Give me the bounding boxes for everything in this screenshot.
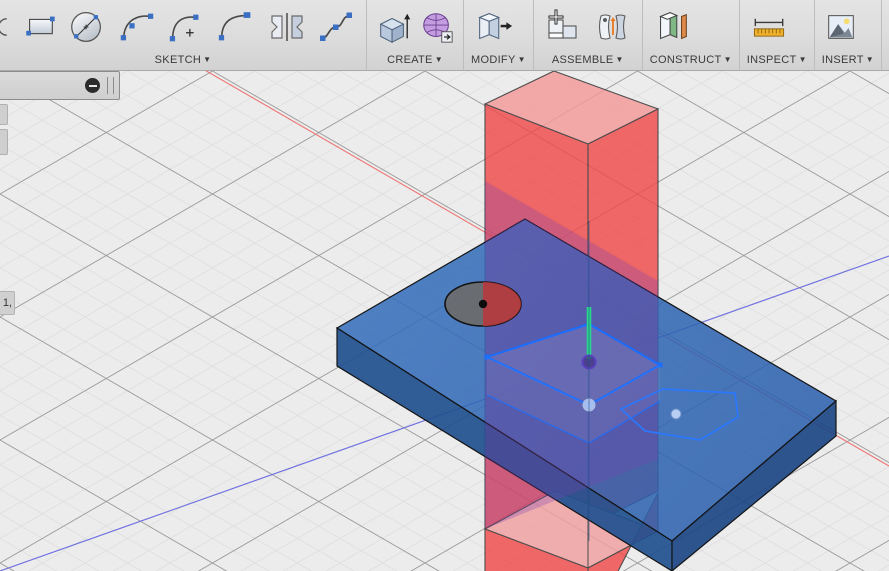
chevron-down-icon: ▼	[723, 55, 732, 64]
toolbar-group-modify: MODIFY ▼	[463, 0, 533, 70]
insert-image-tool[interactable]	[822, 4, 860, 50]
extrude-icon	[379, 13, 411, 44]
offset-plane-tool[interactable]	[650, 4, 694, 50]
mirror-icon	[271, 13, 303, 41]
press-pull-icon	[478, 12, 513, 40]
create-form-tool[interactable]	[418, 4, 456, 50]
sidebar-stub-lower[interactable]	[0, 129, 8, 155]
chevron-down-icon: ▼	[203, 55, 212, 64]
line-icon	[0, 18, 7, 36]
polygon-center-point[interactable]	[670, 408, 682, 420]
extrude-tool[interactable]	[374, 4, 412, 50]
main-toolbar: SKETCH ▼ CREATE ▼ MODIFY ▼ ASSEMBLE ▼ CO…	[0, 0, 889, 71]
arc-center-icon	[169, 14, 199, 42]
toolbar-group-sketch: SKETCH ▼	[0, 0, 366, 70]
measure-ruler-icon	[753, 18, 784, 37]
fusion-window: SKETCH ▼ CREATE ▼ MODIFY ▼ ASSEMBLE ▼ CO…	[0, 0, 889, 571]
circle-diameter-icon	[71, 12, 101, 42]
spline-icon	[320, 12, 352, 41]
cad-viewport[interactable]: 1,	[0, 71, 889, 571]
offset-plane-icon	[658, 11, 687, 40]
toolbar-group-assemble: ASSEMBLE ▼	[532, 0, 642, 70]
3d-scene	[0, 71, 889, 571]
toolbar-group-label-modify[interactable]: MODIFY ▼	[471, 53, 526, 70]
floating-dialog[interactable]	[0, 71, 120, 100]
chevron-down-icon: ▼	[615, 55, 624, 64]
toolbar-group-label-sketch[interactable]: SKETCH ▼	[7, 53, 359, 70]
new-component-icon	[548, 9, 577, 39]
line-tool[interactable]	[0, 4, 15, 50]
joint-icon	[598, 14, 626, 40]
browser-stub-label: 1,	[2, 297, 12, 309]
joint-tool[interactable]	[591, 4, 635, 50]
rectangle-icon	[26, 16, 55, 36]
circle-sketch[interactable]	[444, 281, 522, 327]
construct-label-text: CONSTRUCT	[649, 54, 722, 66]
toolbar-group-construct: CONSTRUCT ▼	[641, 0, 739, 70]
insert-label-text: INSERT	[821, 54, 864, 66]
arc-3point-icon	[120, 13, 154, 41]
measure-tool[interactable]	[747, 4, 791, 50]
browser-panel-stub[interactable]: 1,	[0, 291, 15, 315]
arc-tool[interactable]	[115, 4, 159, 50]
toolbar-group-inspect: INSPECT ▼	[738, 0, 814, 70]
sketch-label-text: SKETCH	[154, 54, 202, 66]
create-form-icon	[423, 13, 453, 43]
arc-tangent-tool[interactable]	[215, 4, 259, 50]
inspect-label-text: INSPECT	[746, 54, 797, 66]
create-label-text: CREATE	[387, 54, 433, 66]
chevron-down-icon: ▼	[865, 55, 874, 64]
toolbar-group-insert: INSERT ▼	[813, 0, 881, 70]
circle-center-point[interactable]	[478, 299, 488, 309]
sidebar-stub-upper[interactable]	[0, 104, 8, 125]
modify-label-text: MODIFY	[471, 54, 516, 66]
toolbar-group-label-inspect[interactable]: INSPECT ▼	[747, 53, 807, 70]
spline-tool[interactable]	[315, 4, 359, 50]
rectangle-tool[interactable]	[21, 4, 59, 50]
chevron-down-icon: ▼	[798, 55, 807, 64]
toolbar-group-label-insert[interactable]: INSERT ▼	[822, 53, 874, 70]
toolbar-group-label-construct[interactable]: CONSTRUCT ▼	[650, 53, 732, 70]
chevron-down-icon: ▼	[517, 55, 526, 64]
toolbar-group-label-assemble[interactable]: ASSEMBLE ▼	[541, 53, 635, 70]
toolbar-group-label-create[interactable]: CREATE ▼	[374, 53, 456, 70]
assemble-label-text: ASSEMBLE	[551, 54, 614, 66]
resize-grip[interactable]	[107, 77, 114, 94]
arc-center-tool[interactable]	[165, 4, 209, 50]
arc-tangent-icon	[218, 12, 251, 41]
toolbar-group-make: MAKE▼	[880, 0, 889, 70]
chevron-down-icon: ▼	[434, 55, 443, 64]
new-component-tool[interactable]	[541, 4, 585, 50]
press-pull-tool[interactable]	[471, 4, 515, 50]
image-icon	[827, 15, 854, 39]
toolbar-group-create: CREATE ▼	[366, 0, 463, 70]
collapse-icon[interactable]	[85, 78, 100, 93]
mirror-tool[interactable]	[265, 4, 309, 50]
circle-tool[interactable]	[65, 4, 109, 50]
